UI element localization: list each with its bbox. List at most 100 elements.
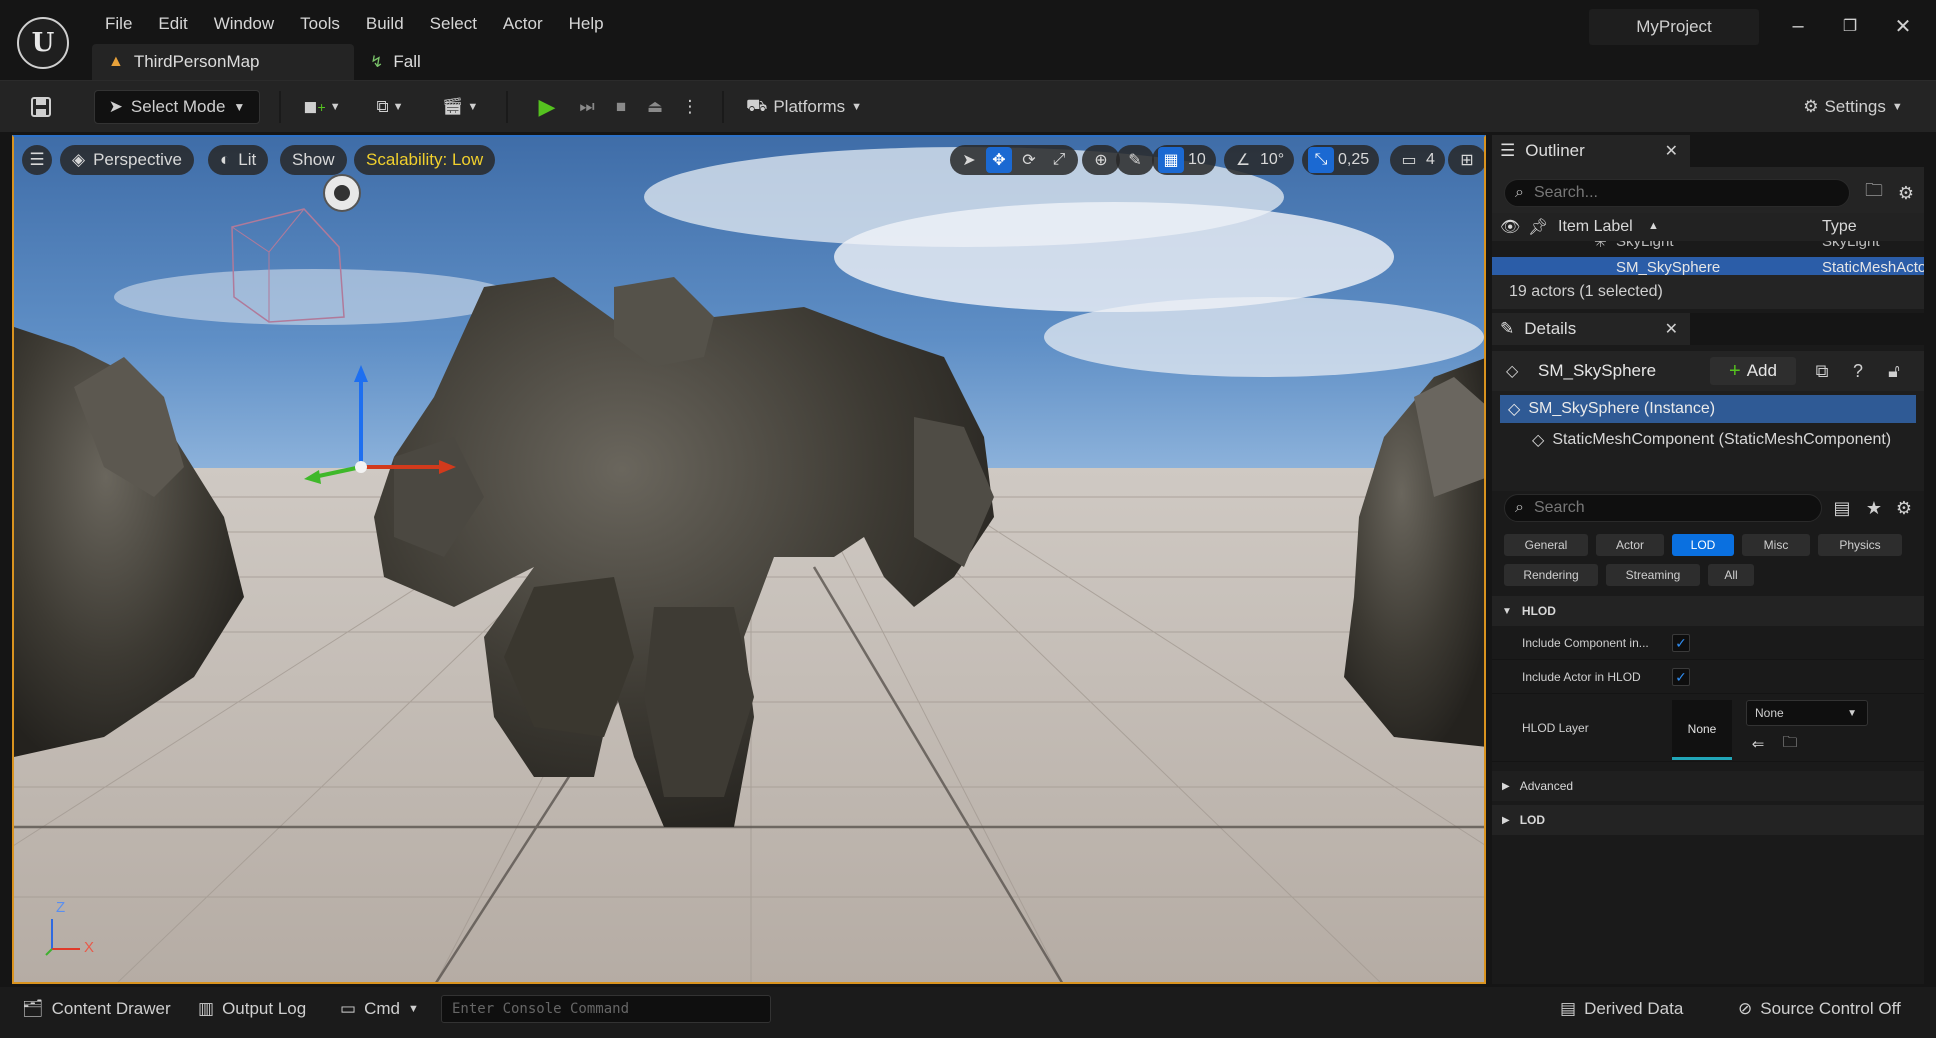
details-search-input[interactable]: ⌕ Search [1504,494,1822,522]
eject-button[interactable]: ⏏ [638,90,672,124]
filter-physics[interactable]: Physics [1818,534,1902,556]
favorite-star-icon[interactable]: ★ [1862,496,1886,520]
filter-rendering[interactable]: Rendering [1504,564,1598,586]
content-drawer-button[interactable]: 🗂︎ Content Drawer [12,987,181,1031]
level-viewport[interactable]: Z X ☰ ◈ Perspective ◐ Lit Show Scalabili… [12,135,1486,984]
chevron-right-icon: ▶ [1502,814,1510,826]
scalability-button[interactable]: Scalability: Low [354,145,496,175]
menu-actor[interactable]: Actor [490,12,556,36]
include-component-checkbox[interactable]: ✓ [1672,634,1690,652]
blueprints-button[interactable]: ⧉ ▼ [366,90,414,124]
add-component-button[interactable]: + Add [1710,357,1796,385]
angle-snap-icon[interactable]: ∠ [1230,147,1256,173]
show-button[interactable]: Show [280,145,347,175]
menu-build[interactable]: Build [353,12,417,36]
filter-all[interactable]: All [1708,564,1754,586]
play-options-button[interactable]: ⋮ [676,90,704,124]
outliner-tab[interactable]: ☰ Outliner ✕ [1492,135,1690,167]
col-item-label[interactable]: Item Label [1558,218,1633,236]
globe-icon[interactable]: ⊕ [1088,147,1114,173]
camera-icon[interactable]: ▭ [1396,147,1422,173]
select-tool-icon[interactable]: ➤ [956,147,982,173]
property-matrix-icon[interactable]: ▤ [1830,496,1854,520]
stop-button[interactable]: ■ [604,90,638,124]
advance-frame-button[interactable]: ⏭ [570,90,604,124]
source-control-button[interactable]: ⊘ Source Control Off [1728,987,1911,1031]
col-type[interactable]: Type [1822,218,1857,236]
filter-general[interactable]: General [1504,534,1588,556]
scale-snap-icon[interactable]: ⤡ [1308,147,1334,173]
viewport-menu-button[interactable]: ☰ [22,145,52,175]
close-icon[interactable]: ✕ [1891,14,1915,38]
eye-icon[interactable]: 👁︎ [1500,217,1520,237]
viewport-scene[interactable] [14,137,1486,984]
scale-snap[interactable]: ⤡ 0,25 [1302,145,1380,175]
close-icon[interactable]: ✕ [1665,319,1678,339]
rotation-snap[interactable]: ∠ 10° [1224,145,1295,175]
details-actor-row: ◇ SM_SkySphere + Add ⧉ ? 🔓︎ [1492,351,1924,391]
restore-icon[interactable]: ❐ [1838,14,1862,38]
include-actor-checkbox[interactable]: ✓ [1672,668,1690,686]
component-tree: ◇ SM_SkySphere (Instance) ◇ StaticMeshCo… [1492,391,1924,491]
menu-window[interactable]: Window [201,12,287,36]
add-folder-icon[interactable]: 🗀︎ [1862,180,1886,205]
menu-tools[interactable]: Tools [287,12,353,36]
grid-snap-icon[interactable]: ▦ [1158,147,1184,173]
derived-data-label: Derived Data [1584,999,1684,1018]
cinematics-button[interactable]: 🎬︎ ▼ [436,90,484,124]
list-item[interactable]: ✳ SkyLight SkyLight [1492,241,1924,253]
minimize-icon[interactable]: – [1786,14,1810,38]
filter-misc[interactable]: Misc [1742,534,1810,556]
camera-speed[interactable]: ▭ 4 [1390,145,1445,175]
outliner-search-input[interactable]: ⌕ Search... [1504,179,1850,207]
rotate-tool-icon[interactable]: ⟳ [1016,147,1042,173]
lit-button[interactable]: ◐ Lit [208,145,269,175]
tab-fall[interactable]: ↯ Fall [354,44,437,80]
blueprint-convert-icon[interactable]: ⧉ [1810,359,1834,383]
layout-icon[interactable]: ⊞ [1454,147,1480,173]
scale-tool-icon[interactable]: ⤢ [1046,147,1072,173]
details-tab[interactable]: ✎ Details ✕ [1492,313,1690,345]
component-item-selected[interactable]: ◇ SM_SkySphere (Instance) [1500,395,1916,423]
list-item-selected[interactable]: SM_SkySphere StaticMeshActor [1492,257,1924,275]
gear-icon[interactable]: ⚙ [1892,496,1916,520]
derived-data-button[interactable]: ▤ Derived Data [1550,987,1693,1031]
menu-help[interactable]: Help [556,12,617,36]
save-icon[interactable] [24,90,58,124]
play-button[interactable]: ▶ [530,90,564,124]
section-lod[interactable]: ▶ LOD [1492,805,1924,835]
pin-icon[interactable]: 📌︎ [1528,217,1548,237]
filter-lod[interactable]: LOD [1672,534,1734,556]
perspective-button[interactable]: ◈ Perspective [60,145,194,175]
platforms-dropdown[interactable]: ⛟ Platforms ▼ [738,90,870,124]
component-label: StaticMeshComponent (StaticMeshComponent… [1552,431,1892,448]
hlod-layer-thumbnail[interactable]: None [1672,700,1732,760]
settings-dropdown[interactable]: ⚙ Settings ▼ [1790,90,1916,124]
section-advanced[interactable]: ▶ Advanced [1492,771,1924,801]
menu-edit[interactable]: Edit [145,12,200,36]
lock-icon[interactable]: 🔓︎ [1882,359,1906,383]
close-icon[interactable]: ✕ [1665,141,1678,161]
menu-file[interactable]: File [92,12,145,36]
surface-snap-icon[interactable]: ✎ [1122,147,1148,173]
section-hlod[interactable]: ▼ HLOD [1492,596,1924,626]
unreal-logo-icon[interactable]: U [17,17,69,69]
browse-asset-icon[interactable]: 🗀︎ [1778,732,1802,756]
filter-actor[interactable]: Actor [1596,534,1664,556]
viewport-layout[interactable]: ⊞ [1448,145,1484,175]
output-log-button[interactable]: ▥ Output Log [188,987,316,1031]
gear-icon[interactable]: ⚙ [1894,181,1918,205]
add-actor-button[interactable]: ◼+ ▼ [298,90,346,124]
grid-snap[interactable]: ▦ 10 [1152,145,1216,175]
filter-streaming[interactable]: Streaming [1606,564,1700,586]
cmd-dropdown[interactable]: ▭ Cmd ▼ [330,987,429,1031]
component-item[interactable]: ◇ StaticMeshComponent (StaticMeshCompone… [1532,427,1920,453]
use-selected-icon[interactable]: ⇐ [1746,732,1770,756]
console-command-input[interactable]: Enter Console Command [441,995,771,1023]
tab-thirdpersonmap[interactable]: ▲ ThirdPersonMap [92,44,354,80]
hlod-layer-dropdown[interactable]: None ▼ [1746,700,1868,726]
select-mode-dropdown[interactable]: ➤ Select Mode ▼ [94,90,260,124]
menu-select[interactable]: Select [417,12,490,36]
translate-tool-icon[interactable]: ✥ [986,147,1012,173]
help-icon[interactable]: ? [1846,359,1870,383]
